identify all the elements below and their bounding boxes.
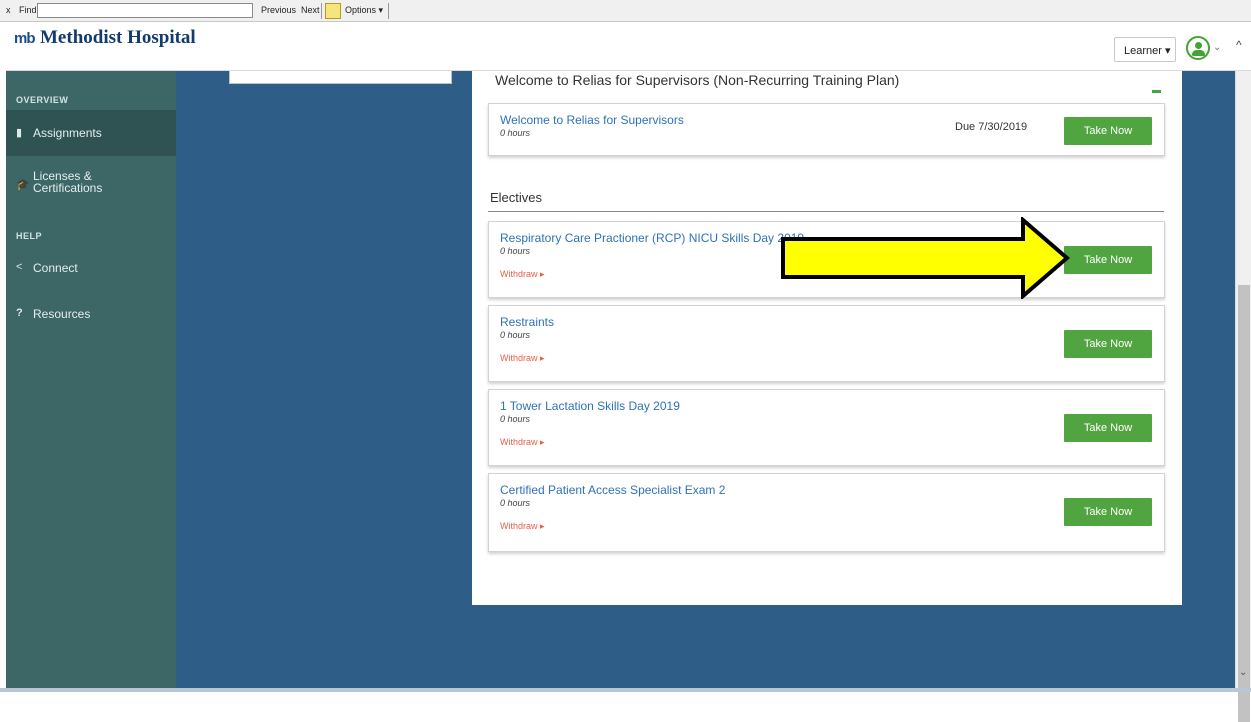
vertical-scrollbar[interactable]: ⌄ bbox=[1235, 71, 1251, 722]
withdraw-link[interactable]: Withdraw ▸ bbox=[500, 437, 545, 448]
take-now-button[interactable]: Take Now bbox=[1064, 330, 1152, 358]
find-next-button[interactable]: Next bbox=[301, 5, 320, 15]
find-input[interactable] bbox=[37, 3, 253, 18]
user-avatar-icon[interactable] bbox=[1186, 36, 1210, 60]
find-bar: x Find: Previous Next Options ▾ bbox=[0, 0, 1251, 22]
app-header: mb Methodist Hospital Learner ▾ ⌄ ^ bbox=[0, 22, 1251, 71]
course-title-link[interactable]: 1 Tower Lactation Skills Day 2019 bbox=[500, 399, 680, 413]
chevron-down-icon[interactable]: ⌄ bbox=[1213, 42, 1221, 53]
logo-mark-icon: mb bbox=[14, 30, 35, 47]
withdraw-link[interactable]: Withdraw ▸ bbox=[500, 269, 545, 280]
take-now-button[interactable]: Take Now bbox=[1064, 414, 1152, 442]
find-divider bbox=[321, 3, 322, 19]
sidebar-item-label: Resources bbox=[33, 307, 91, 321]
close-find-button[interactable]: x bbox=[6, 5, 11, 15]
sidebar-item-resources[interactable]: ? Resources bbox=[6, 305, 176, 325]
scroll-up-icon[interactable]: ^ bbox=[1236, 38, 1242, 52]
sidebar-item-assignments[interactable]: ▮ Assignments bbox=[6, 110, 176, 156]
course-hours: 0 hours bbox=[500, 414, 531, 424]
find-label: Find: bbox=[19, 5, 40, 15]
sidebar-heading-help: HELP bbox=[16, 231, 43, 241]
electives-divider bbox=[488, 211, 1164, 212]
sidebar-item-label: Connect bbox=[33, 261, 78, 275]
course-title-link[interactable]: Certified Patient Access Specialist Exam… bbox=[500, 483, 725, 497]
take-now-button[interactable]: Take Now bbox=[1064, 498, 1152, 526]
share-icon: < bbox=[16, 261, 23, 273]
take-now-button[interactable]: Take Now bbox=[1064, 117, 1152, 145]
learner-role-dropdown[interactable]: Learner ▾ bbox=[1114, 37, 1176, 62]
course-hours: 0 hours bbox=[500, 128, 531, 138]
course-card: 1 Tower Lactation Skills Day 2019 0 hour… bbox=[488, 389, 1165, 466]
training-plan-title: Welcome to Relias for Supervisors (Non-R… bbox=[495, 72, 900, 88]
withdraw-link[interactable]: Withdraw ▸ bbox=[500, 521, 545, 532]
course-title-link[interactable]: Respiratory Care Practioner (RCP) NICU S… bbox=[500, 231, 804, 245]
course-title-link[interactable]: Restraints bbox=[500, 315, 554, 329]
graduation-cap-icon: 🎓 bbox=[16, 179, 30, 191]
question-icon: ? bbox=[16, 307, 23, 319]
course-hours: 0 hours bbox=[500, 246, 531, 256]
sidebar: OVERVIEW ▮ Assignments 🎓 Licenses & Cert… bbox=[6, 71, 176, 688]
assignments-icon: ▮ bbox=[16, 127, 23, 139]
sidebar-item-connect[interactable]: < Connect bbox=[6, 259, 176, 279]
electives-heading: Electives bbox=[490, 190, 543, 205]
avatar-head bbox=[1195, 42, 1202, 49]
avatar-body bbox=[1192, 50, 1205, 56]
collapse-plan-button[interactable] bbox=[1152, 90, 1161, 93]
hospital-logo[interactable]: Methodist Hospital bbox=[40, 27, 196, 49]
window-bottom-edge bbox=[0, 688, 1251, 692]
scroll-down-icon[interactable]: ⌄ bbox=[1239, 667, 1247, 678]
find-divider bbox=[388, 3, 389, 19]
sidebar-item-licenses[interactable]: 🎓 Licenses & Certifications bbox=[6, 170, 176, 200]
course-card: Certified Patient Access Specialist Exam… bbox=[488, 473, 1165, 552]
find-options-button[interactable]: Options ▾ bbox=[345, 5, 383, 16]
take-now-button[interactable]: Take Now bbox=[1064, 246, 1152, 274]
sidebar-item-label: Licenses & Certifications bbox=[33, 169, 103, 195]
highlight-pencil-icon[interactable] bbox=[325, 3, 341, 19]
side-panel-card bbox=[229, 71, 452, 84]
course-hours: 0 hours bbox=[500, 498, 531, 508]
sidebar-item-label: Assignments bbox=[33, 126, 102, 140]
course-title-link[interactable]: Welcome to Relias for Supervisors bbox=[500, 113, 684, 127]
find-previous-button[interactable]: Previous bbox=[261, 5, 296, 15]
course-card: Welcome to Relias for Supervisors 0 hour… bbox=[488, 103, 1165, 156]
course-card: Restraints 0 hours Withdraw ▸ Take Now bbox=[488, 305, 1165, 382]
course-hours: 0 hours bbox=[500, 330, 531, 340]
course-due-date: Due 7/30/2019 bbox=[955, 121, 1028, 133]
scrollbar-thumb[interactable] bbox=[1238, 285, 1250, 722]
annotation-arrow-icon bbox=[781, 217, 1070, 299]
withdraw-link[interactable]: Withdraw ▸ bbox=[500, 353, 545, 364]
sidebar-heading-overview: OVERVIEW bbox=[16, 95, 69, 105]
